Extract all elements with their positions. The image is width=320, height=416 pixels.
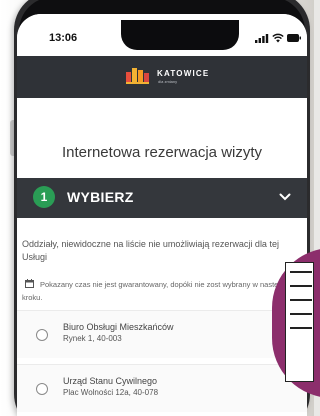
logo-subtext: dla zmiany [158, 79, 178, 84]
status-time: 13:06 [49, 32, 78, 44]
page-title: Internetowa rezerwacja wizyty [61, 144, 263, 161]
camera-notch [121, 20, 239, 50]
promo-line [290, 327, 312, 329]
office-name: Biuro Obsługi Mieszkańców [63, 322, 174, 332]
logo-text: KATOWICE [157, 69, 210, 78]
status-icons [255, 33, 301, 43]
calendar-icon [25, 279, 34, 288]
battery-icon [287, 34, 301, 42]
promo-line [290, 271, 312, 273]
signal-icon [255, 34, 269, 43]
katowice-logo-icon[interactable] [125, 66, 151, 86]
office-option[interactable]: Biuro Obsługi Mieszkańców Rynek 1, 40-00… [17, 310, 307, 358]
radio-icon[interactable] [36, 383, 48, 395]
promo-line [290, 299, 312, 301]
step-label: WYBIERZ [67, 189, 134, 205]
office-option[interactable]: Urząd Stanu Cywilnego Plac Wolności 12a,… [17, 364, 307, 412]
office-address: Rynek 1, 40-003 [63, 334, 122, 343]
status-bar: 13:06 [17, 14, 307, 56]
phone-screen: 13:06 KATOWICE dla zmiany Internetowa re… [17, 14, 307, 416]
step-header[interactable]: 1 WYBIERZ [17, 178, 307, 218]
promo-panel [285, 262, 314, 382]
step-number-badge: 1 [33, 186, 55, 208]
availability-note-text: Pokazany czas nie jest gwarantowany, dop… [22, 280, 297, 302]
availability-note: Pokazany czas nie jest gwarantowany, dop… [22, 278, 305, 304]
office-name: Urząd Stanu Cywilnego [63, 376, 158, 386]
radio-icon[interactable] [36, 329, 48, 341]
promo-line [290, 313, 312, 315]
app-header: KATOWICE dla zmiany [17, 56, 307, 98]
info-text: Oddziały, niewidoczne na liście nie umoż… [22, 239, 279, 262]
office-address: Plac Wolności 12a, 40-078 [63, 388, 159, 397]
wifi-icon [272, 33, 284, 43]
chevron-down-icon[interactable] [279, 192, 291, 202]
promo-line [290, 285, 312, 287]
